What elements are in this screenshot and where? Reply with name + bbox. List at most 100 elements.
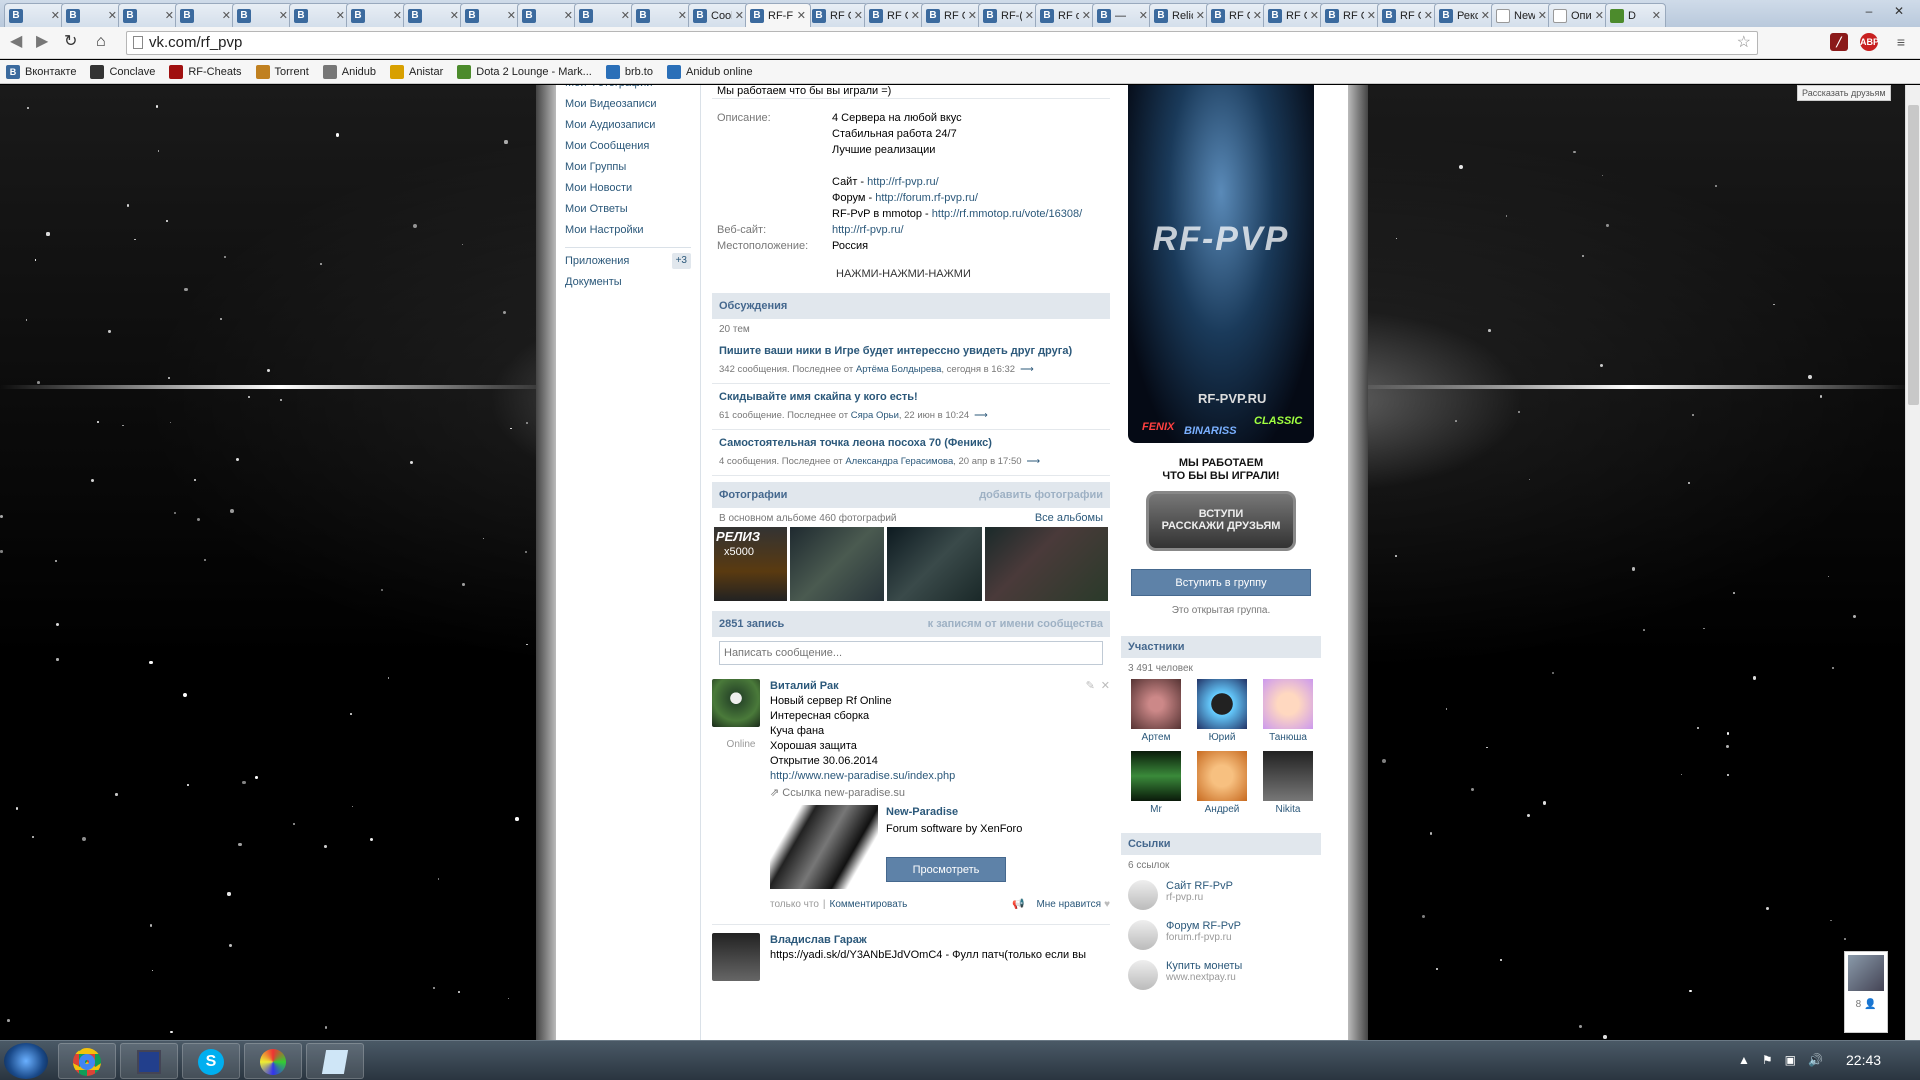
notes-taskbar-icon[interactable] [306, 1043, 364, 1079]
topic-title[interactable]: Пишите ваши ники в Игре будет интерессно… [719, 345, 1103, 358]
browser-tab[interactable]: B ✕ [175, 3, 236, 27]
tab-close-icon[interactable]: ✕ [1421, 9, 1433, 22]
url-input[interactable]: vk.com/rf_pvp ☆ [126, 31, 1758, 55]
browser-tab[interactable]: B RF C✕ [1320, 3, 1381, 27]
photo-thumb[interactable] [985, 527, 1108, 601]
link-card-image[interactable] [770, 805, 878, 889]
avatar[interactable] [712, 679, 760, 727]
avatar[interactable] [1197, 751, 1247, 801]
browser-tab[interactable]: B ✕ [61, 3, 122, 27]
site-link[interactable]: http://rf-pvp.ru/ [867, 176, 939, 188]
topic-title[interactable]: Скидывайте имя скайпа у кого есть! [719, 391, 1103, 404]
tab-close-icon[interactable]: ✕ [162, 9, 174, 22]
tab-close-icon[interactable]: ✕ [48, 9, 60, 22]
browser-tab[interactable]: B ✕ [517, 3, 578, 27]
member-name[interactable]: Артем [1123, 732, 1189, 743]
tab-close-icon[interactable]: ✕ [561, 9, 573, 22]
skype-taskbar-icon[interactable]: S [182, 1043, 240, 1079]
view-button[interactable]: Просмотреть [886, 857, 1006, 882]
start-button[interactable] [4, 1043, 48, 1079]
browser-tab[interactable]: B ✕ [4, 3, 65, 27]
member-name[interactable]: Танюша [1255, 732, 1321, 743]
tab-close-icon[interactable]: ✕ [390, 9, 402, 22]
browser-tab[interactable]: B ✕ [460, 3, 521, 27]
browser-tab[interactable]: B RF C✕ [807, 3, 868, 27]
member-card[interactable]: Nikita [1255, 751, 1321, 815]
avatar[interactable] [1131, 751, 1181, 801]
save-taskbar-icon[interactable] [120, 1043, 178, 1079]
avatar[interactable] [1263, 679, 1313, 729]
forward-icon[interactable]: ▶ [36, 33, 48, 51]
tab-close-icon[interactable]: ✕ [732, 9, 744, 22]
menu-item-documents[interactable]: Документы [556, 272, 700, 293]
arrow-right-icon[interactable]: ⟶ [1020, 364, 1034, 375]
menu-item-photos[interactable]: Мои Фотографии [556, 85, 700, 94]
browser-tab[interactable]: B RF-(✕ [978, 3, 1039, 27]
group-banner[interactable]: RF-PVP RF-PVP.RU FENIX BINARISS CLASSIC [1128, 85, 1314, 443]
post-author[interactable]: Владислав Гараж [770, 934, 867, 946]
link-label[interactable]: Ссылка new-paradise.su [782, 787, 905, 799]
post-author[interactable]: Виталий Рак [770, 679, 839, 694]
member-card[interactable]: Юрий [1189, 679, 1255, 743]
tab-close-icon[interactable]: ✕ [1649, 9, 1661, 22]
link-item[interactable]: Форум RF-PvP forum.rf-pvp.ru [1121, 914, 1321, 954]
tab-close-icon[interactable]: ✕ [1592, 9, 1604, 22]
link-item[interactable]: Купить монеты www.nextpay.ru [1121, 954, 1321, 994]
community-posts-link[interactable]: к записям от имени сообщества [928, 611, 1103, 637]
photo-thumb[interactable] [789, 527, 884, 601]
arrow-right-icon[interactable]: ⟶ [974, 410, 988, 421]
tab-close-icon[interactable]: ✕ [965, 9, 977, 22]
browser-tab[interactable]: B RF C✕ [1206, 3, 1267, 27]
join-group-button[interactable]: Вступить в группу [1131, 569, 1311, 596]
avatar[interactable] [1263, 751, 1313, 801]
member-card[interactable]: Танюша [1255, 679, 1321, 743]
tab-close-icon[interactable]: ✕ [1079, 9, 1091, 22]
tab-close-icon[interactable]: ✕ [1364, 9, 1376, 22]
browser-tab[interactable]: B ✕ [232, 3, 293, 27]
forum-link[interactable]: http://forum.rf-pvp.ru/ [875, 192, 978, 204]
member-name[interactable]: Mr [1123, 804, 1189, 815]
bookmark-item[interactable]: RF-Cheats [169, 64, 242, 79]
topic-last-author[interactable]: Сяра Орьи [851, 410, 899, 421]
heart-icon[interactable]: ♥ [1104, 897, 1110, 912]
menu-icon[interactable]: ≡ [1892, 33, 1910, 51]
browser-tab[interactable]: B Cool ✕ [688, 3, 749, 27]
menu-item-videos[interactable]: Мои Видеозаписи [556, 94, 700, 115]
tab-close-icon[interactable]: ✕ [1535, 9, 1547, 22]
tab-close-icon[interactable]: ✕ [675, 9, 687, 22]
home-icon[interactable]: ⌂ [96, 33, 106, 51]
delete-icon[interactable]: ✕ [1101, 679, 1110, 694]
apps-count-badge[interactable]: +3 [671, 253, 691, 269]
flag-icon[interactable]: ⚑ [1762, 1053, 1773, 1067]
tab-close-icon[interactable]: ✕ [447, 9, 459, 22]
comment-link[interactable]: Комментировать [830, 897, 908, 912]
wall-post-input[interactable] [719, 641, 1103, 665]
all-albums-link[interactable]: Все альбомы [1035, 510, 1103, 527]
browser-tab[interactable]: B ✕ [118, 3, 179, 27]
tab-close-icon[interactable]: ✕ [618, 9, 630, 22]
tab-close-icon[interactable]: ✕ [504, 9, 516, 22]
tab-close-icon[interactable]: ✕ [1250, 9, 1262, 22]
tab-close-icon[interactable]: ✕ [1193, 9, 1205, 22]
photo-thumb[interactable]: РЕЛИЗ x5000 [714, 527, 787, 601]
browser-tab[interactable]: B RF C✕ [921, 3, 982, 27]
network-icon[interactable]: ▣ [1785, 1053, 1796, 1067]
bookmark-item[interactable]: Anidub [322, 64, 376, 79]
member-card[interactable]: Артем [1123, 679, 1189, 743]
back-icon[interactable]: ◀ [10, 33, 22, 51]
like-label[interactable]: Мне нравится [1036, 897, 1101, 912]
tab-close-icon[interactable]: ✕ [276, 9, 288, 22]
close-window-icon[interactable]: ✕ [1884, 0, 1914, 22]
menu-item-apps[interactable]: Приложения +3 [556, 251, 700, 272]
menu-item-groups[interactable]: Мои Группы [556, 157, 700, 178]
link-title[interactable]: Форум RF-PvP [1166, 920, 1241, 932]
tab-close-icon[interactable]: ✕ [794, 9, 806, 22]
add-photos-link[interactable]: добавить фотографии [979, 482, 1103, 508]
avatar[interactable] [712, 933, 760, 981]
paint-taskbar-icon[interactable] [244, 1043, 302, 1079]
member-name[interactable]: Nikita [1255, 804, 1321, 815]
menu-item-settings[interactable]: Мои Настройки [556, 220, 700, 241]
browser-tab[interactable]: B — ✕ [1092, 3, 1153, 27]
bookmark-item[interactable]: Anistar [390, 64, 443, 79]
topic-last-author[interactable]: Александра Герасимова [845, 456, 953, 467]
